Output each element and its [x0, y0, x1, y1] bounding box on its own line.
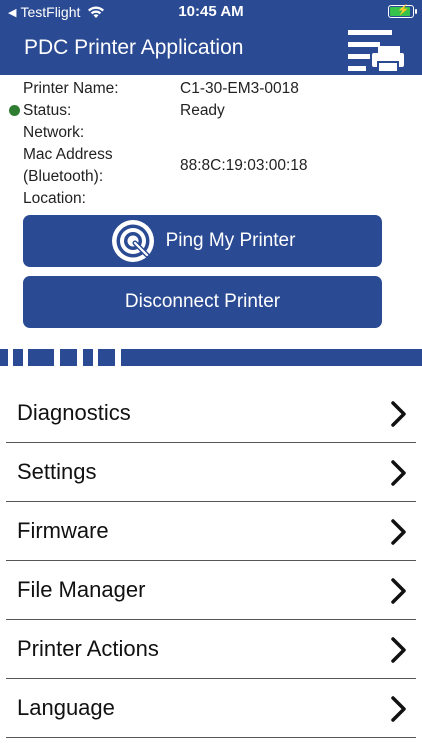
menu-item-firmware[interactable]: Firmware	[6, 502, 416, 561]
chevron-right-icon	[391, 578, 406, 604]
printer-name-label: Printer Name:	[23, 80, 119, 97]
menu-item-label: Diagnostics	[17, 400, 131, 425]
network-label: Network:	[23, 124, 85, 141]
menu-item-label: Settings	[17, 459, 97, 484]
mac-address-value: 88:8C:19:03:00:18	[180, 157, 308, 174]
menu-item-label: Language	[17, 695, 115, 720]
location-label: Location:	[23, 190, 86, 207]
ping-q-icon	[111, 220, 154, 262]
main-menu-list: Diagnostics Settings Firmware File Manag…	[6, 384, 416, 738]
app-header: ◀ TestFlight 10:45 AM ⚡ PDC Printer Appl…	[0, 0, 422, 75]
menu-item-file-manager[interactable]: File Manager	[6, 561, 416, 620]
ping-printer-label: Ping My Printer	[165, 230, 296, 251]
ping-printer-button[interactable]: Ping My Printer	[23, 215, 382, 267]
chevron-right-icon	[391, 696, 406, 722]
disconnect-printer-label: Disconnect Printer	[124, 291, 281, 312]
mac-address-label: Mac Address	[23, 146, 113, 163]
disconnect-printer-button[interactable]: Disconnect Printer	[23, 276, 382, 328]
printer-name-value: C1-30-EM3-0018	[180, 80, 299, 97]
page-title: PDC Printer Application	[24, 36, 244, 59]
menu-item-label: File Manager	[17, 577, 146, 602]
decorative-divider	[0, 349, 422, 366]
printer-list-icon[interactable]	[348, 26, 404, 72]
chevron-right-icon	[391, 460, 406, 486]
status-indicator-dot	[9, 105, 20, 116]
clock: 10:45 AM	[178, 3, 244, 20]
chevron-right-icon	[391, 519, 406, 545]
mac-address-label-bluetooth: (Bluetooth):	[23, 168, 104, 185]
chevron-right-icon	[391, 637, 406, 663]
menu-item-settings[interactable]: Settings	[6, 443, 416, 502]
battery-icon: ⚡	[388, 5, 417, 18]
status-bar: ◀ TestFlight 10:45 AM ⚡	[0, 0, 422, 24]
status-value: Ready	[180, 102, 225, 119]
chevron-right-icon	[391, 401, 406, 427]
menu-item-label: Printer Actions	[17, 636, 159, 661]
menu-item-label: Firmware	[17, 518, 109, 543]
menu-item-language[interactable]: Language	[6, 679, 416, 738]
charging-bolt-icon: ⚡	[397, 5, 410, 16]
menu-item-diagnostics[interactable]: Diagnostics	[6, 384, 416, 443]
menu-item-printer-actions[interactable]: Printer Actions	[6, 620, 416, 679]
status-label: Status:	[23, 102, 72, 119]
